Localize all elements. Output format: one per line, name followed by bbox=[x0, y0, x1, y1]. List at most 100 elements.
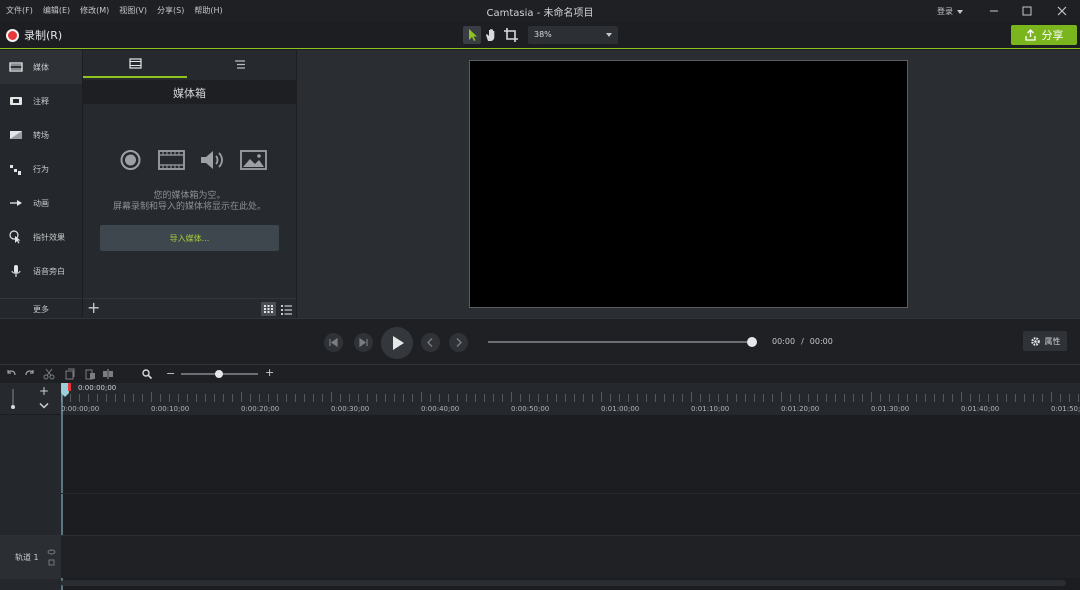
redo-icon[interactable] bbox=[24, 368, 36, 380]
scrub-handle[interactable] bbox=[747, 337, 757, 347]
undo-icon[interactable] bbox=[5, 368, 17, 380]
ruler-tick-label: 0:00:30;00 bbox=[331, 405, 370, 413]
import-media-button[interactable]: 导入媒体... bbox=[100, 225, 279, 251]
timeline: + 0:00:00;00 0:00:10;00 0:00:20;00 0:00:30;… bbox=[0, 383, 1080, 590]
tool-sidebar: 媒体 注释 转场 行为 动画 指针效果 语音旁白 更多 bbox=[0, 50, 82, 318]
window-title: Camtasia - 未命名项目 bbox=[486, 8, 594, 19]
next-icon[interactable] bbox=[449, 333, 468, 352]
close-icon[interactable] bbox=[1055, 4, 1069, 18]
film-icon bbox=[128, 57, 142, 69]
playhead-time: 0:00:00;00 bbox=[78, 384, 117, 392]
minimize-icon[interactable] bbox=[987, 4, 1001, 18]
select-tool-icon[interactable] bbox=[463, 26, 481, 44]
canvas-area bbox=[297, 50, 1080, 318]
record-icon bbox=[120, 150, 141, 170]
ruler-tick-label: 0:00:50;00 bbox=[511, 405, 550, 413]
image-icon bbox=[240, 150, 267, 170]
list-view-icon[interactable] bbox=[279, 302, 293, 316]
pan-tool-icon[interactable] bbox=[482, 26, 500, 44]
track-height-slider-icon[interactable] bbox=[6, 387, 20, 411]
track-visibility-icon[interactable] bbox=[47, 548, 56, 568]
sidebar-item-label: 动画 bbox=[33, 198, 49, 208]
record-button[interactable]: 录制(R) bbox=[6, 27, 62, 43]
media-icon bbox=[9, 62, 23, 72]
time-separator: / bbox=[801, 337, 804, 346]
sidebar-item-cursor-effects[interactable]: 指针效果 bbox=[0, 220, 82, 254]
record-label: 录制(R) bbox=[24, 29, 63, 42]
ruler-ticks bbox=[61, 392, 1079, 402]
ruler-tick-label: 0:01:40;00 bbox=[961, 405, 1000, 413]
copy-icon[interactable] bbox=[64, 368, 76, 380]
sidebar-item-label: 语音旁白 bbox=[33, 266, 65, 276]
split-icon[interactable] bbox=[102, 368, 114, 380]
ruler-tick-label: 0:01:10;00 bbox=[691, 405, 730, 413]
login-label: 登录 bbox=[937, 7, 953, 16]
previous-icon[interactable] bbox=[421, 333, 440, 352]
sidebar-item-label: 行为 bbox=[33, 164, 49, 174]
zoom-in-button[interactable]: + bbox=[265, 366, 274, 379]
sidebar-item-behaviors[interactable]: 行为 bbox=[0, 152, 82, 186]
play-icon[interactable] bbox=[381, 327, 413, 359]
media-type-icons bbox=[117, 148, 267, 172]
sidebar-item-annotations[interactable]: 注释 bbox=[0, 84, 82, 118]
chevron-down-icon bbox=[606, 33, 612, 37]
sidebar-item-label: 注释 bbox=[33, 96, 49, 106]
step-back-icon[interactable] bbox=[324, 333, 343, 352]
add-track-button[interactable]: + bbox=[39, 384, 49, 398]
media-tabs bbox=[83, 50, 296, 78]
zoom-out-button[interactable]: − bbox=[166, 367, 175, 380]
transition-icon bbox=[10, 131, 22, 139]
track-separator bbox=[61, 493, 1080, 494]
video-icon bbox=[158, 150, 185, 170]
properties-label: 属性 bbox=[1044, 336, 1061, 346]
zoom-dropdown[interactable]: 38% bbox=[528, 26, 618, 44]
time-display: 00:00 / 00:00 bbox=[772, 337, 833, 346]
microphone-icon bbox=[11, 265, 21, 277]
timeline-scrollbar[interactable] bbox=[61, 580, 1066, 586]
track-name: 轨道 1 bbox=[15, 553, 39, 562]
upload-icon bbox=[1024, 29, 1036, 41]
properties-button[interactable]: 属性 bbox=[1023, 331, 1067, 351]
playback-controls: 00:00 / 00:00 属性 bbox=[0, 318, 1080, 364]
tab-media-bin[interactable] bbox=[83, 50, 187, 78]
sidebar-item-voice-narration[interactable]: 语音旁白 bbox=[0, 254, 82, 288]
paste-icon[interactable] bbox=[84, 368, 96, 380]
timeline-ruler[interactable] bbox=[61, 383, 1080, 415]
sidebar-item-transitions[interactable]: 转场 bbox=[0, 118, 82, 152]
crop-tool-icon[interactable] bbox=[502, 26, 520, 44]
behavior-icon bbox=[10, 165, 21, 175]
ruler-tick-label: 0:00:10;00 bbox=[151, 405, 190, 413]
record-icon bbox=[6, 28, 19, 42]
annotation-icon bbox=[10, 97, 22, 105]
scrub-bar[interactable] bbox=[488, 341, 753, 343]
sidebar-item-label: 转场 bbox=[33, 130, 49, 140]
timeline-zoom-handle[interactable] bbox=[215, 370, 223, 378]
title-bar: 文件(F) 编辑(E) 修改(M) 视图(V) 分享(S) 帮助(H) Camt… bbox=[0, 0, 1080, 22]
track-header[interactable]: 轨道 1 bbox=[0, 536, 61, 579]
cursor-effect-icon bbox=[9, 230, 21, 244]
animation-icon bbox=[10, 200, 22, 206]
add-media-button[interactable]: + bbox=[87, 300, 100, 316]
share-button[interactable]: 分享 bbox=[1011, 25, 1077, 45]
track-row[interactable]: 轨道 1 bbox=[0, 535, 1080, 579]
zoom-value: 38% bbox=[534, 30, 552, 39]
media-bin-footer: + bbox=[83, 298, 296, 318]
preview-canvas[interactable] bbox=[469, 60, 908, 308]
zoom-icon bbox=[142, 369, 153, 380]
ruler-tick-label: 0:01:50;0 bbox=[1051, 405, 1080, 413]
login-button[interactable]: 登录 bbox=[937, 6, 963, 17]
step-forward-icon[interactable] bbox=[354, 333, 373, 352]
tab-library[interactable] bbox=[188, 50, 292, 78]
maximize-icon[interactable] bbox=[1020, 4, 1034, 18]
sidebar-more-button[interactable]: 更多 bbox=[0, 298, 82, 318]
sidebar-item-label: 媒体 bbox=[33, 62, 49, 72]
sidebar-item-media[interactable]: 媒体 bbox=[0, 50, 82, 84]
chevron-down-icon[interactable] bbox=[39, 402, 49, 410]
share-label: 分享 bbox=[1041, 29, 1064, 42]
track-controls: + bbox=[0, 383, 61, 415]
grid-view-icon[interactable] bbox=[261, 302, 276, 316]
list-icon bbox=[235, 59, 245, 69]
cut-icon[interactable] bbox=[43, 368, 55, 380]
sidebar-item-label: 指针效果 bbox=[33, 232, 65, 242]
sidebar-item-animations[interactable]: 动画 bbox=[0, 186, 82, 220]
